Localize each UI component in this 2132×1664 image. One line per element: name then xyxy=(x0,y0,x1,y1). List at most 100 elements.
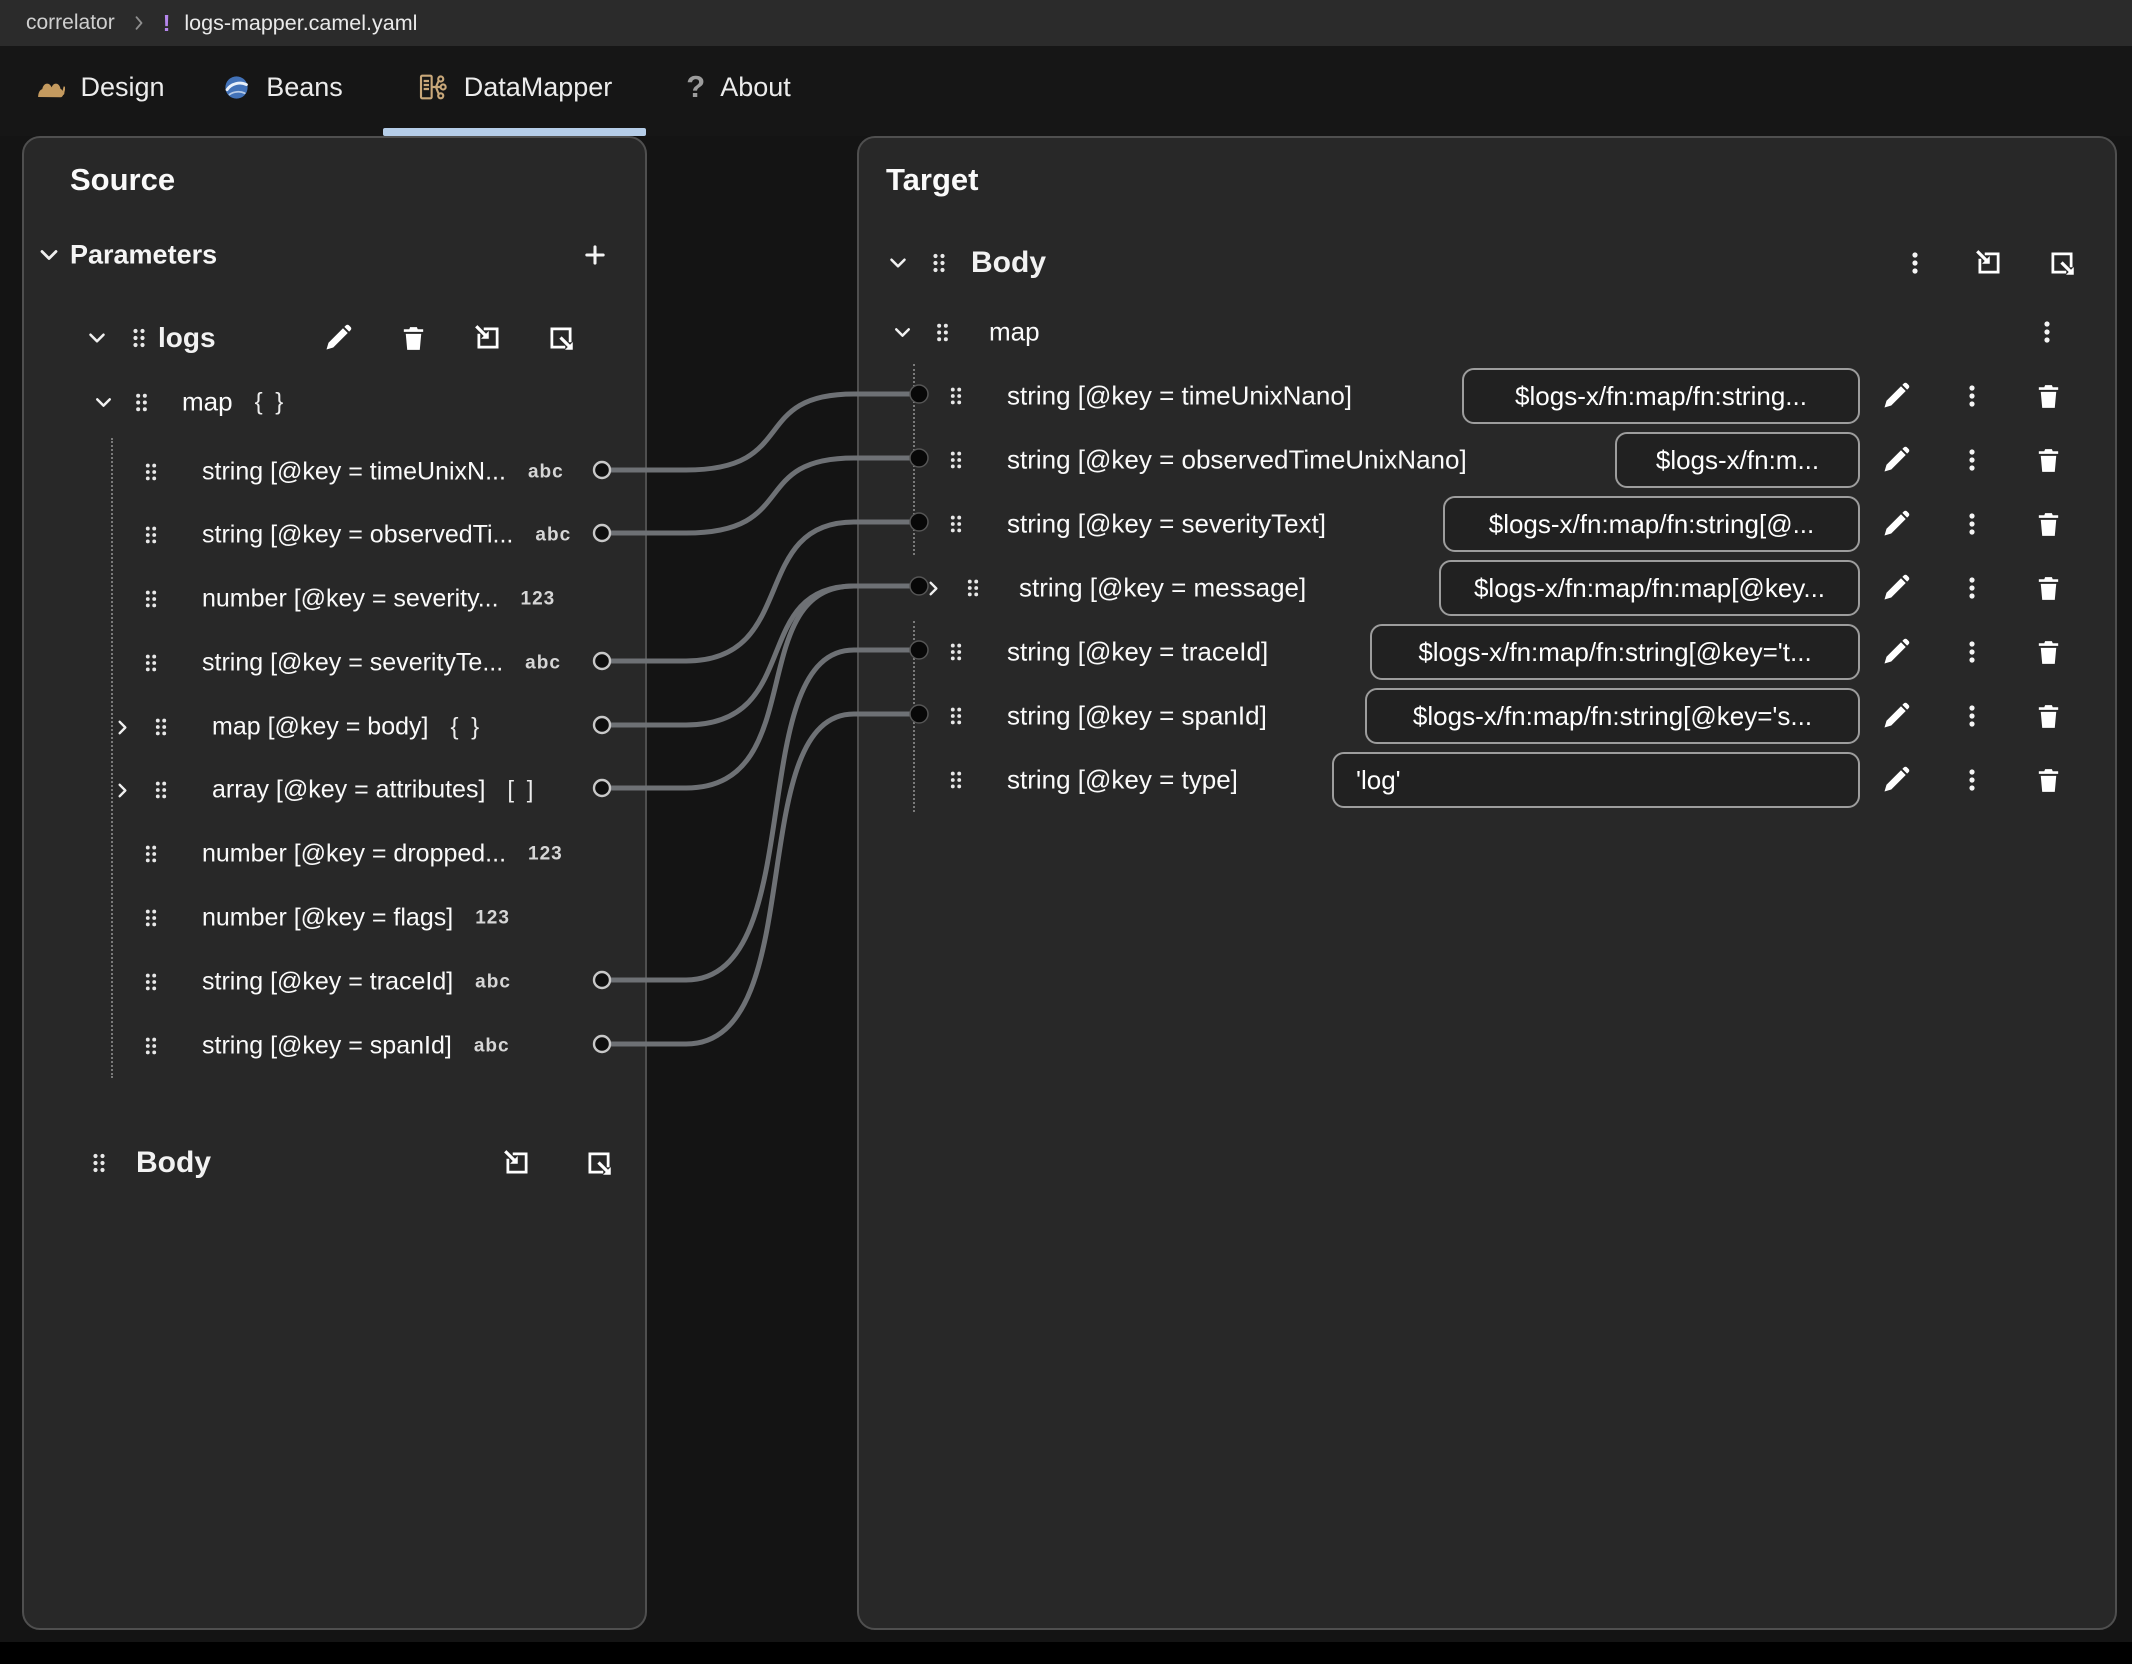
delete-mapping-button[interactable] xyxy=(2025,629,2071,675)
drag-handle[interactable] xyxy=(937,757,975,803)
source-field-row[interactable]: number [@key = severity... 123 xyxy=(24,567,645,631)
delete-mapping-button[interactable] xyxy=(2025,437,2071,483)
expand-field-button[interactable] xyxy=(106,767,138,813)
tab-datamapper[interactable]: DataMapper xyxy=(383,46,646,128)
source-map-row[interactable]: map { } xyxy=(24,370,645,434)
delete-parameter-button[interactable] xyxy=(390,315,436,361)
drag-handle[interactable] xyxy=(132,512,170,558)
expression-input[interactable]: $logs-x/fn:map/fn:string[@key='s... xyxy=(1365,688,1860,744)
source-field-row[interactable]: string [@key = observedTi... abc xyxy=(24,503,645,567)
drag-handle[interactable] xyxy=(937,629,975,675)
tab-about[interactable]: ? About xyxy=(666,46,811,128)
expression-input[interactable]: $logs-x/fn:map/fn:string... xyxy=(1462,368,1860,424)
source-field-row[interactable]: number [@key = dropped... 123 xyxy=(24,822,645,886)
breadcrumb-project[interactable]: correlator xyxy=(26,11,115,35)
expression-input[interactable]: $logs-x/fn:m... xyxy=(1615,432,1860,488)
edit-expression-button[interactable] xyxy=(1873,437,1919,483)
drag-handle[interactable] xyxy=(923,309,961,355)
edit-expression-button[interactable] xyxy=(1873,565,1919,611)
drag-handle[interactable] xyxy=(142,767,180,813)
drag-handle[interactable] xyxy=(937,693,975,739)
drag-handle[interactable] xyxy=(116,315,162,361)
body-collapse-button[interactable] xyxy=(875,240,921,286)
parameters-collapse-button[interactable] xyxy=(26,232,72,278)
map-collapse-button[interactable] xyxy=(86,379,120,425)
edit-expression-button[interactable] xyxy=(1873,693,1919,739)
expand-all-button[interactable] xyxy=(2039,240,2085,286)
source-field-row[interactable]: string [@key = severityTe... abc xyxy=(24,631,645,695)
target-field-row[interactable]: string [@key = severityText] $logs-x/fn:… xyxy=(859,492,2115,556)
edit-expression-button[interactable] xyxy=(1873,757,1919,803)
target-body-row[interactable]: Body xyxy=(859,231,2115,295)
map-menu-button[interactable] xyxy=(2024,309,2070,355)
expression-input[interactable]: 'log' xyxy=(1332,752,1860,808)
source-field-row[interactable]: map [@key = body] { } xyxy=(24,695,645,759)
target-field-row[interactable]: string [@key = traceId] $logs-x/fn:map/f… xyxy=(859,620,2115,684)
field-menu-button[interactable] xyxy=(1949,373,1995,419)
tab-about-label: About xyxy=(720,72,791,103)
drag-handle[interactable] xyxy=(919,240,959,286)
delete-mapping-button[interactable] xyxy=(2025,693,2071,739)
source-field-row[interactable]: string [@key = spanId] abc xyxy=(24,1014,645,1078)
edit-expression-button[interactable] xyxy=(1873,501,1919,547)
target-field-row-message[interactable]: string [@key = message] $logs-x/fn:map/f… xyxy=(859,556,2115,620)
target-field-row[interactable]: string [@key = timeUnixNano] $logs-x/fn:… xyxy=(859,364,2115,428)
source-field-row[interactable]: string [@key = traceId] abc xyxy=(24,950,645,1014)
drag-handle[interactable] xyxy=(122,379,160,425)
source-field-row[interactable]: number [@key = flags] 123 xyxy=(24,886,645,950)
source-field-row[interactable]: array [@key = attributes] [ ] xyxy=(24,758,645,822)
delete-mapping-button[interactable] xyxy=(2025,565,2071,611)
bean-icon xyxy=(222,73,251,102)
drag-handle[interactable] xyxy=(80,1140,118,1186)
drag-handle[interactable] xyxy=(937,373,975,419)
edit-expression-button[interactable] xyxy=(1873,373,1919,419)
drag-handle[interactable] xyxy=(937,501,975,547)
body-menu-button[interactable] xyxy=(1892,240,1938,286)
field-menu-button[interactable] xyxy=(1949,693,1995,739)
collapse-all-button[interactable] xyxy=(1966,240,2012,286)
drag-handle[interactable] xyxy=(132,895,170,941)
grip-dots-icon xyxy=(945,449,967,471)
expression-input[interactable]: $logs-x/fn:map/fn:map[@key... xyxy=(1439,560,1860,616)
drag-handle[interactable] xyxy=(937,437,975,483)
expand-field-button[interactable] xyxy=(917,565,949,611)
parameter-row-logs[interactable]: logs xyxy=(24,306,645,370)
delete-mapping-button[interactable] xyxy=(2025,373,2071,419)
expand-all-button[interactable] xyxy=(576,1140,622,1186)
tab-beans[interactable]: Beans xyxy=(210,46,355,128)
delete-mapping-button[interactable] xyxy=(2025,757,2071,803)
drag-handle[interactable] xyxy=(132,959,170,1005)
drag-handle[interactable] xyxy=(132,449,170,495)
collapse-all-button[interactable] xyxy=(465,315,511,361)
expand-all-button[interactable] xyxy=(538,315,584,361)
field-menu-button[interactable] xyxy=(1949,757,1995,803)
target-field-row[interactable]: string [@key = spanId] $logs-x/fn:map/fn… xyxy=(859,684,2115,748)
field-menu-button[interactable] xyxy=(1949,629,1995,675)
edit-expression-button[interactable] xyxy=(1873,629,1919,675)
logs-collapse-button[interactable] xyxy=(74,315,120,361)
drag-handle[interactable] xyxy=(132,640,170,686)
source-field-row[interactable]: string [@key = timeUnixN... abc xyxy=(24,440,645,504)
edit-parameter-button[interactable] xyxy=(315,315,361,361)
tab-design[interactable]: Design xyxy=(20,46,180,128)
expand-field-button[interactable] xyxy=(106,704,138,750)
drag-handle[interactable] xyxy=(132,831,170,877)
target-field-row[interactable]: string [@key = type] 'log' xyxy=(859,748,2115,812)
source-body-row[interactable]: Body xyxy=(24,1131,645,1195)
field-menu-button[interactable] xyxy=(1949,501,1995,547)
field-menu-button[interactable] xyxy=(1949,437,1995,483)
drag-handle[interactable] xyxy=(132,576,170,622)
drag-handle[interactable] xyxy=(954,565,992,611)
expression-input[interactable]: $logs-x/fn:map/fn:string[@key='t... xyxy=(1370,624,1860,680)
add-parameter-button[interactable] xyxy=(572,232,618,278)
target-field-row[interactable]: string [@key = observedTimeUnixNano] $lo… xyxy=(859,428,2115,492)
map-collapse-button[interactable] xyxy=(885,309,919,355)
drag-handle[interactable] xyxy=(142,704,180,750)
field-menu-button[interactable] xyxy=(1949,565,1995,611)
target-map-row[interactable]: map xyxy=(859,300,2115,364)
collapse-all-button[interactable] xyxy=(494,1140,540,1186)
expression-input[interactable]: $logs-x/fn:map/fn:string[@... xyxy=(1443,496,1860,552)
breadcrumb-chevron-icon xyxy=(129,13,149,33)
drag-handle[interactable] xyxy=(132,1023,170,1069)
delete-mapping-button[interactable] xyxy=(2025,501,2071,547)
